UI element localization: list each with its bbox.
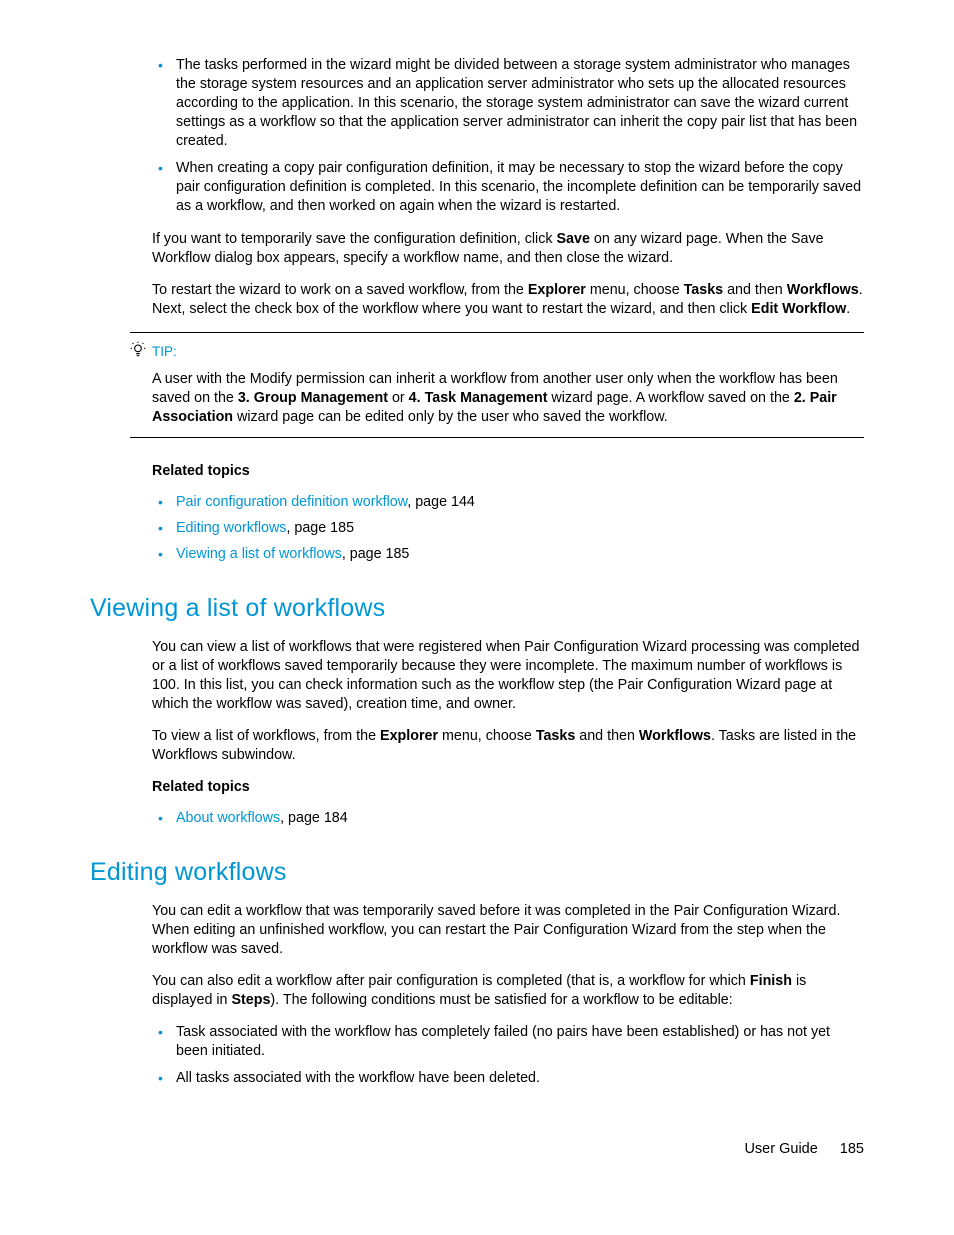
bold-edit-workflow: Edit Workflow xyxy=(751,301,846,317)
tip-label: TIP: xyxy=(152,343,177,361)
bold-explorer: Explorer xyxy=(528,282,586,298)
link-about-workflows[interactable]: About workflows xyxy=(176,810,280,826)
bold-workflows: Workflows xyxy=(787,282,859,298)
text: wizard page can be edited only by the us… xyxy=(233,409,668,425)
paragraph: You can view a list of workflows that we… xyxy=(152,638,864,714)
related-topics-list: Pair configuration definition workflow, … xyxy=(152,493,864,564)
text: If you want to temporarily save the conf… xyxy=(152,231,557,247)
text: , page 184 xyxy=(280,810,348,826)
bold-step3: 3. Group Management xyxy=(238,390,388,406)
bold-tasks: Tasks xyxy=(684,282,723,298)
body-content: The tasks performed in the wizard might … xyxy=(152,56,864,564)
list-item: All tasks associated with the workflow h… xyxy=(176,1069,864,1088)
text: or xyxy=(388,390,409,406)
page: The tasks performed in the wizard might … xyxy=(0,0,954,1235)
tip-header: TIP: xyxy=(130,341,864,362)
bold-workflows: Workflows xyxy=(639,728,711,744)
footer-label: User Guide xyxy=(744,1141,817,1157)
paragraph-restart: To restart the wizard to work on a saved… xyxy=(152,281,864,319)
text: You can also edit a workflow after pair … xyxy=(152,973,750,989)
bold-explorer: Explorer xyxy=(380,728,438,744)
text: ). The following conditions must be sati… xyxy=(270,992,732,1008)
heading-editing-workflows: Editing workflows xyxy=(90,856,864,889)
page-number: 185 xyxy=(840,1141,864,1157)
list-item: When creating a copy pair configuration … xyxy=(176,159,864,216)
bold-steps: Steps xyxy=(231,992,270,1008)
lightbulb-icon xyxy=(130,341,146,362)
paragraph: You can also edit a workflow after pair … xyxy=(152,972,864,1010)
section-editing-body: You can edit a workflow that was tempora… xyxy=(152,902,864,1088)
page-footer: User Guide 185 xyxy=(744,1140,864,1159)
text: menu, choose xyxy=(438,728,536,744)
text: wizard page. A workflow saved on the xyxy=(547,390,793,406)
text: and then xyxy=(723,282,787,298)
bold-step4: 4. Task Management xyxy=(409,390,548,406)
list-item: Pair configuration definition workflow, … xyxy=(176,493,864,512)
link-pair-config[interactable]: Pair configuration definition workflow xyxy=(176,494,407,510)
tip-body: A user with the Modify permission can in… xyxy=(152,370,864,427)
intro-bullet-list: The tasks performed in the wizard might … xyxy=(152,56,864,216)
link-viewing-workflows[interactable]: Viewing a list of workflows xyxy=(176,546,342,562)
text: menu, choose xyxy=(586,282,684,298)
text: and then xyxy=(575,728,639,744)
text: , page 185 xyxy=(342,546,410,562)
text: . xyxy=(846,301,850,317)
list-item: Viewing a list of workflows, page 185 xyxy=(176,545,864,564)
bold-finish: Finish xyxy=(750,973,792,989)
list-item: About workflows, page 184 xyxy=(176,809,864,828)
paragraph: To view a list of workflows, from the Ex… xyxy=(152,727,864,765)
link-editing-workflows[interactable]: Editing workflows xyxy=(176,520,286,536)
related-topics-list: About workflows, page 184 xyxy=(152,809,864,828)
bold-tasks: Tasks xyxy=(536,728,575,744)
list-item: The tasks performed in the wizard might … xyxy=(176,56,864,151)
text: , page 144 xyxy=(407,494,475,510)
tip-block: TIP: A user with the Modify permission c… xyxy=(130,333,864,437)
section-viewing-body: You can view a list of workflows that we… xyxy=(152,638,864,828)
text: To view a list of workflows, from the xyxy=(152,728,380,744)
heading-viewing-workflows: Viewing a list of workflows xyxy=(90,592,864,625)
list-item: Task associated with the workflow has co… xyxy=(176,1023,864,1061)
related-topics-heading: Related topics xyxy=(152,462,864,481)
divider xyxy=(130,437,864,438)
paragraph: You can edit a workflow that was tempora… xyxy=(152,902,864,959)
text: , page 185 xyxy=(286,520,354,536)
list-item: Editing workflows, page 185 xyxy=(176,519,864,538)
text: To restart the wizard to work on a saved… xyxy=(152,282,528,298)
editing-bullet-list: Task associated with the workflow has co… xyxy=(152,1023,864,1088)
related-topics-heading: Related topics xyxy=(152,778,864,797)
bold-save: Save xyxy=(557,231,590,247)
paragraph-save: If you want to temporarily save the conf… xyxy=(152,230,864,268)
